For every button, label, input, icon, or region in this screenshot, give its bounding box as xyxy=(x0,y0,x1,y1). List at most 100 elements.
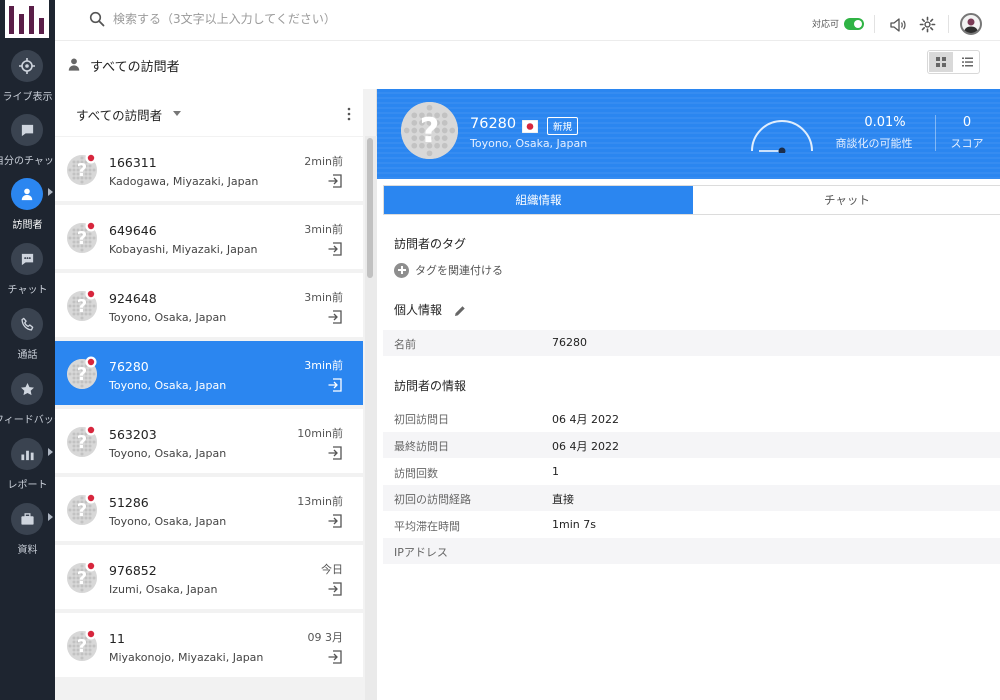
detail-tabs: 組織情報 チャット xyxy=(383,185,1000,215)
chevron-down-icon[interactable] xyxy=(173,111,181,116)
exit-icon[interactable] xyxy=(327,241,343,257)
info-row: 訪問回数 1 xyxy=(383,459,1000,485)
exit-icon[interactable] xyxy=(327,513,343,529)
sidebar-item-reports[interactable]: レポート xyxy=(0,438,55,504)
grid-view-button[interactable] xyxy=(929,52,953,72)
sidebar-item-label: レポート xyxy=(7,480,48,491)
more-vertical-icon[interactable] xyxy=(347,106,351,121)
visitor-list-item[interactable]: ? 11 Miyakonojo, Miyazaki, Japan 09 3月 xyxy=(55,613,363,679)
visitor-id: 976852 xyxy=(109,563,157,578)
exit-icon[interactable] xyxy=(327,309,343,325)
chat-dots-icon xyxy=(11,243,43,275)
sidebar-item-feedback[interactable]: フィードバック xyxy=(0,373,61,439)
info-value: 06 4月 2022 xyxy=(552,413,619,426)
visitor-id: 76280 xyxy=(470,116,517,132)
add-tag-button[interactable]: タグを関連付ける xyxy=(394,262,503,278)
info-label: 最終訪問日 xyxy=(394,440,449,453)
scrollbar[interactable] xyxy=(365,136,377,700)
exit-icon[interactable] xyxy=(327,649,343,665)
visitor-id: 166311 xyxy=(109,155,157,170)
sidebar-item-visitors[interactable]: 訪問者 xyxy=(0,178,55,244)
star-icon xyxy=(11,373,43,405)
tab-organization-info[interactable]: 組織情報 xyxy=(384,186,693,214)
visitor-time: 3min前 xyxy=(304,223,343,236)
pencil-icon[interactable] xyxy=(454,302,466,316)
info-row: IPアドレス xyxy=(383,538,1000,564)
visitor-info-title: 訪問者の情報 xyxy=(394,379,467,393)
visitor-list-item[interactable]: ? 563203 Toyono, Osaka, Japan 10min前 xyxy=(55,409,363,475)
personal-info-title: 個人情報 xyxy=(394,303,443,317)
bar-chart-icon xyxy=(11,438,43,470)
sidebar-item-label: ライブ表示 xyxy=(2,92,53,103)
info-value: 06 4月 2022 xyxy=(552,440,619,453)
list-icon xyxy=(961,57,973,67)
sidebar-item-label: チャット xyxy=(7,285,48,296)
info-row: 最終訪問日 06 4月 2022 xyxy=(383,432,1000,458)
briefcase-icon xyxy=(11,503,43,535)
sidebar-item-live[interactable]: ライブ表示 xyxy=(0,50,55,116)
visitor-avatar: ? xyxy=(401,102,458,159)
visitor-list-item[interactable]: ? 649646 Kobayashi, Miyazaki, Japan 3min前 xyxy=(55,205,363,271)
exit-icon[interactable] xyxy=(327,173,343,189)
search-input[interactable] xyxy=(113,9,513,29)
sidebar-item-my-chats[interactable]: 自分のチャット xyxy=(0,114,61,180)
visitor-list-item[interactable]: ? 76280 Toyono, Osaka, Japan 3min前 xyxy=(55,341,363,407)
japan-flag-icon xyxy=(85,625,97,640)
visitor-list-item[interactable]: ? 166311 Kadogawa, Miyazaki, Japan 2min前 xyxy=(55,137,363,203)
visitor-id: 924648 xyxy=(109,291,157,306)
sidebar-item-resources[interactable]: 資料 xyxy=(0,503,55,569)
visitor-location: Kadogawa, Miyazaki, Japan xyxy=(109,175,259,188)
japan-flag-icon xyxy=(85,421,97,436)
sidebar-item-chat[interactable]: チャット xyxy=(0,243,55,309)
new-visitor-badge: 新規 xyxy=(547,117,579,135)
exit-icon[interactable] xyxy=(327,445,343,461)
add-tag-label: タグを関連付ける xyxy=(415,264,503,277)
divider xyxy=(874,15,875,33)
chevron-right-icon xyxy=(48,513,53,521)
visitor-location: Toyono, Osaka, Japan xyxy=(109,311,227,324)
app-logo[interactable] xyxy=(5,0,49,38)
japan-flag-icon xyxy=(85,149,97,164)
plus-circle-icon xyxy=(394,262,409,278)
info-value: 1min 7s xyxy=(552,518,596,531)
exit-icon[interactable] xyxy=(327,581,343,597)
user-icon xyxy=(11,178,43,210)
japan-flag-icon xyxy=(85,353,97,368)
visitor-location: Toyono, Osaka, Japan xyxy=(109,379,227,392)
visitor-list-item[interactable]: ? 924648 Toyono, Osaka, Japan 3min前 xyxy=(55,273,363,339)
visitor-list-item[interactable]: ? 51286 Toyono, Osaka, Japan 13min前 xyxy=(55,477,363,543)
visitor-location: Izumi, Osaka, Japan xyxy=(109,583,218,596)
visitor-time: 3min前 xyxy=(304,291,343,304)
probability-label: 商談化の可能性 xyxy=(835,137,913,150)
japan-flag-icon xyxy=(85,489,97,504)
exit-icon[interactable] xyxy=(327,377,343,393)
visitor-location: Miyakonojo, Miyazaki, Japan xyxy=(109,651,264,664)
visitor-list-header: すべての訪問者 xyxy=(55,89,363,136)
visitor-filter-dropdown[interactable]: すべての訪問者 xyxy=(76,105,162,124)
info-value: 76280 xyxy=(552,336,587,349)
phone-icon xyxy=(11,308,43,340)
avatar[interactable] xyxy=(960,13,982,35)
sidebar-item-label: 資料 xyxy=(17,545,38,556)
visitor-list-item[interactable]: ? 976852 Izumi, Osaka, Japan 今日 xyxy=(55,545,363,611)
speaker-icon[interactable] xyxy=(889,16,907,34)
list-view-button[interactable] xyxy=(955,52,979,72)
availability-toggle[interactable] xyxy=(844,18,864,30)
search-icon[interactable] xyxy=(89,11,105,27)
grid-icon xyxy=(936,57,946,67)
visitor-location: Kobayashi, Miyazaki, Japan xyxy=(109,243,258,256)
visitor-id: 649646 xyxy=(109,223,157,238)
info-row: 名前 76280 xyxy=(383,330,1000,356)
navigation-rail: ライブ表示 自分のチャット 訪問者 チャット 通話 フィードバック xyxy=(0,0,61,700)
chat-bubble-icon xyxy=(11,114,43,146)
japan-flag-icon xyxy=(85,285,97,300)
gear-icon[interactable] xyxy=(919,16,936,33)
tab-chat[interactable]: チャット xyxy=(694,186,1000,214)
sidebar-item-calls[interactable]: 通話 xyxy=(0,308,55,374)
info-value: 1 xyxy=(552,465,559,478)
availability-label: 対応可 xyxy=(812,20,840,30)
japan-flag-icon xyxy=(521,118,539,134)
scrollbar-thumb[interactable] xyxy=(367,138,373,278)
info-label: 名前 xyxy=(394,338,416,351)
visitor-banner: ? 76280 新規 Toyono, Osaka, Japan 0.01% 商談… xyxy=(377,89,1000,179)
